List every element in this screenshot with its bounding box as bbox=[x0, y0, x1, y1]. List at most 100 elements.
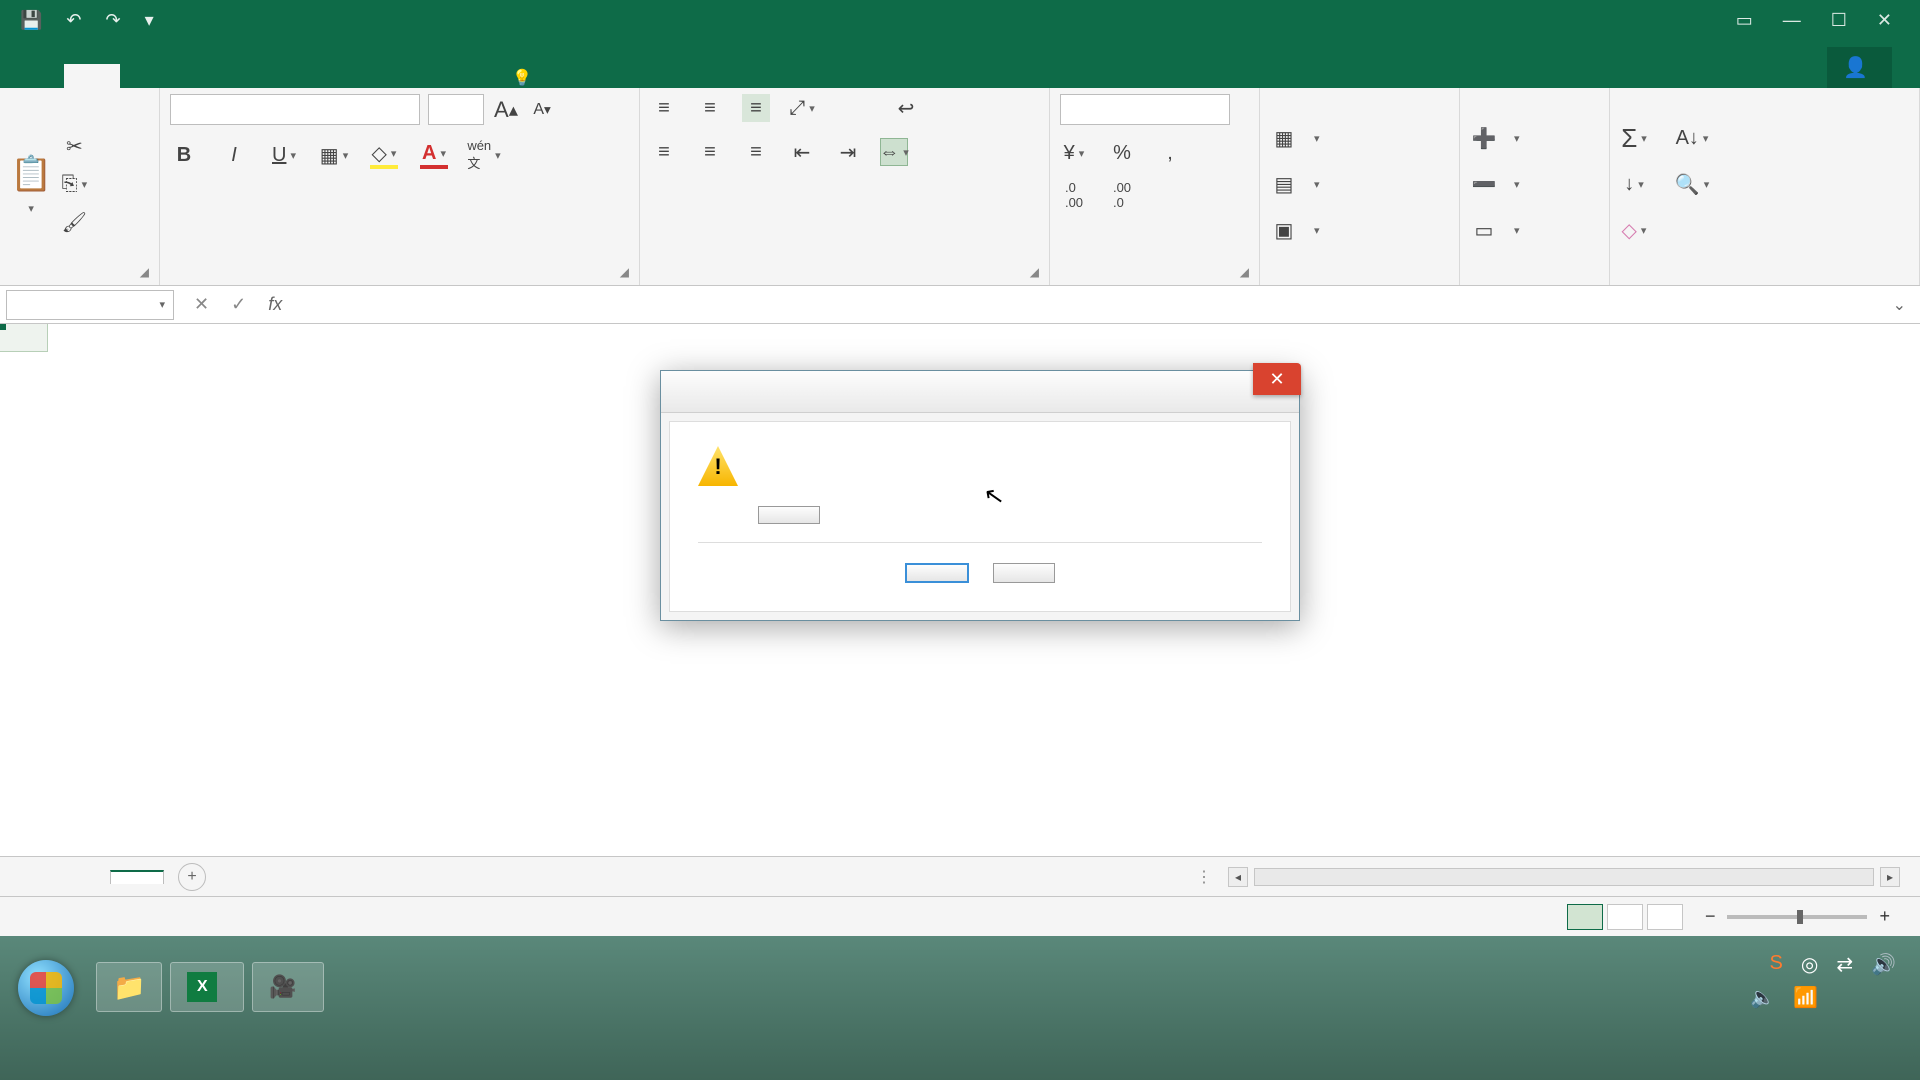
minimize-icon[interactable]: — bbox=[1783, 10, 1801, 31]
tab-diy[interactable] bbox=[456, 64, 512, 88]
tray-app-icon[interactable]: ◎ bbox=[1801, 952, 1818, 977]
increase-decimal-icon[interactable]: .0.00 bbox=[1060, 181, 1088, 209]
cell-styles-button[interactable]: ▣ bbox=[1270, 217, 1320, 245]
copy-icon[interactable]: ⎘ bbox=[60, 171, 88, 199]
underline-icon[interactable]: U bbox=[270, 141, 298, 169]
dialog-title[interactable] bbox=[661, 371, 1299, 413]
enter-entry-icon[interactable]: ✓ bbox=[231, 294, 246, 315]
phonetic-icon[interactable]: wén文 bbox=[470, 141, 498, 169]
zoom-in-button[interactable]: + bbox=[1879, 906, 1890, 927]
cancel-entry-icon[interactable]: ✕ bbox=[194, 294, 209, 315]
ribbon-options-icon[interactable]: ▭ bbox=[1736, 10, 1753, 31]
increase-indent-icon[interactable]: ⇥ bbox=[834, 138, 862, 166]
tray-network-icon[interactable]: ⇄ bbox=[1836, 952, 1853, 977]
view-normal-button[interactable] bbox=[1567, 904, 1603, 930]
add-sheet-button[interactable]: + bbox=[178, 863, 206, 891]
tab-insert[interactable] bbox=[120, 64, 176, 88]
start-button[interactable] bbox=[18, 960, 74, 1016]
sheet-tab[interactable] bbox=[110, 870, 164, 884]
tab-formulas[interactable] bbox=[232, 64, 288, 88]
find-icon[interactable]: 🔍 bbox=[1678, 171, 1706, 199]
view-pagebreak-button[interactable] bbox=[1647, 904, 1683, 930]
align-top-icon[interactable]: ≡ bbox=[650, 94, 678, 122]
system-tray[interactable]: S ◎ ⇄ 🔊 🔈 📶 bbox=[1726, 946, 1920, 1016]
merge-center-icon[interactable]: ⇔ bbox=[880, 138, 908, 166]
tab-data[interactable] bbox=[288, 64, 344, 88]
tab-layout[interactable] bbox=[176, 64, 232, 88]
conditional-format-button[interactable]: ▦ bbox=[1270, 125, 1320, 153]
tray-speaker-icon[interactable]: 🔈 bbox=[1750, 985, 1775, 1010]
taskbar-excel[interactable]: X bbox=[170, 962, 244, 1012]
border-icon[interactable]: ▦ bbox=[320, 141, 348, 169]
font-launcher-icon[interactable]: ◢ bbox=[620, 265, 629, 279]
redo-icon[interactable]: ↷ bbox=[106, 10, 121, 31]
dialog-close-button[interactable]: ✕ bbox=[1253, 363, 1301, 395]
tell-me[interactable]: 💡 bbox=[512, 68, 540, 88]
align-launcher-icon[interactable]: ◢ bbox=[1030, 265, 1039, 279]
name-box[interactable] bbox=[6, 290, 174, 320]
accounting-icon[interactable]: ¥ bbox=[1060, 139, 1088, 167]
comma-icon[interactable]: , bbox=[1156, 139, 1184, 167]
align-center-icon[interactable]: ≡ bbox=[696, 138, 724, 166]
select-all-corner[interactable] bbox=[0, 324, 48, 352]
ok-button[interactable] bbox=[905, 563, 969, 583]
bold-icon[interactable]: B bbox=[170, 141, 198, 169]
autosum-icon[interactable]: Σ bbox=[1620, 125, 1648, 153]
zoom-slider[interactable] bbox=[1727, 915, 1867, 919]
fill-icon[interactable]: ↓ bbox=[1620, 171, 1648, 199]
scroll-split-icon[interactable]: ⋮ bbox=[1196, 867, 1212, 887]
italic-icon[interactable]: I bbox=[220, 141, 248, 169]
paste-button[interactable]: 📋 ▾ bbox=[10, 154, 52, 215]
tray-sogou-icon[interactable]: S bbox=[1770, 952, 1783, 977]
number-format-combo[interactable] bbox=[1060, 94, 1230, 125]
save-icon[interactable]: 💾 bbox=[20, 10, 42, 31]
show-help-button[interactable] bbox=[758, 506, 820, 524]
view-layout-button[interactable] bbox=[1607, 904, 1643, 930]
hscroll-right-icon[interactable]: ▸ bbox=[1880, 867, 1900, 887]
font-size-combo[interactable] bbox=[428, 94, 484, 125]
font-color-icon[interactable]: A bbox=[420, 141, 448, 169]
taskbar-explorer[interactable]: 📁 bbox=[96, 962, 162, 1012]
hscroll-left-icon[interactable]: ◂ bbox=[1228, 867, 1248, 887]
tab-view[interactable] bbox=[344, 64, 400, 88]
cut-icon[interactable]: ✂ bbox=[60, 133, 88, 161]
sort-filter-icon[interactable]: A↓ bbox=[1678, 125, 1706, 153]
increase-font-icon[interactable]: A▴ bbox=[492, 96, 520, 124]
align-middle-icon[interactable]: ≡ bbox=[696, 94, 724, 122]
table-format-button[interactable]: ▤ bbox=[1270, 171, 1320, 199]
share-button[interactable]: 👤 bbox=[1827, 47, 1892, 88]
wrap-text-icon[interactable]: ↩ bbox=[892, 94, 920, 122]
hscroll-track[interactable] bbox=[1254, 868, 1874, 886]
undo-icon[interactable]: ↶ bbox=[66, 10, 81, 31]
align-right-icon[interactable]: ≡ bbox=[742, 138, 770, 166]
number-launcher-icon[interactable]: ◢ bbox=[1240, 265, 1249, 279]
maximize-icon[interactable]: ☐ bbox=[1831, 10, 1847, 31]
close-icon[interactable]: ✕ bbox=[1877, 10, 1892, 31]
font-name-combo[interactable] bbox=[170, 94, 420, 125]
format-cells-button[interactable]: ▭ bbox=[1470, 217, 1520, 245]
tab-ffgz[interactable] bbox=[400, 64, 456, 88]
zoom-out-button[interactable]: − bbox=[1705, 906, 1716, 927]
taskbar-recorder[interactable]: 🎥 bbox=[252, 962, 323, 1012]
decrease-decimal-icon[interactable]: .00.0 bbox=[1108, 181, 1136, 209]
delete-cells-button[interactable]: ➖ bbox=[1470, 171, 1520, 199]
clear-icon[interactable]: ◇ bbox=[1620, 217, 1648, 245]
format-painter-icon[interactable]: 🖌 bbox=[60, 209, 88, 237]
decrease-indent-icon[interactable]: ⇤ bbox=[788, 138, 816, 166]
qat-more-icon[interactable]: ▾ bbox=[145, 10, 154, 31]
insert-cells-button[interactable]: ➕ bbox=[1470, 125, 1520, 153]
tab-home[interactable] bbox=[64, 64, 120, 88]
cancel-button[interactable] bbox=[993, 563, 1055, 583]
fill-color-icon[interactable]: ◇ bbox=[370, 141, 398, 169]
tray-volume-icon[interactable]: 🔊 bbox=[1871, 952, 1896, 977]
fx-icon[interactable]: fx bbox=[268, 294, 282, 315]
tab-file[interactable] bbox=[8, 64, 64, 88]
orientation-icon[interactable]: ⤢ bbox=[788, 94, 816, 122]
tray-signal-icon[interactable]: 📶 bbox=[1793, 985, 1818, 1010]
clipboard-launcher-icon[interactable]: ◢ bbox=[140, 265, 149, 279]
expand-formula-icon[interactable]: ⌄ bbox=[1879, 295, 1920, 315]
align-bottom-icon[interactable]: ≡ bbox=[742, 94, 770, 122]
decrease-font-icon[interactable]: A▾ bbox=[528, 96, 556, 124]
percent-icon[interactable]: % bbox=[1108, 139, 1136, 167]
align-left-icon[interactable]: ≡ bbox=[650, 138, 678, 166]
